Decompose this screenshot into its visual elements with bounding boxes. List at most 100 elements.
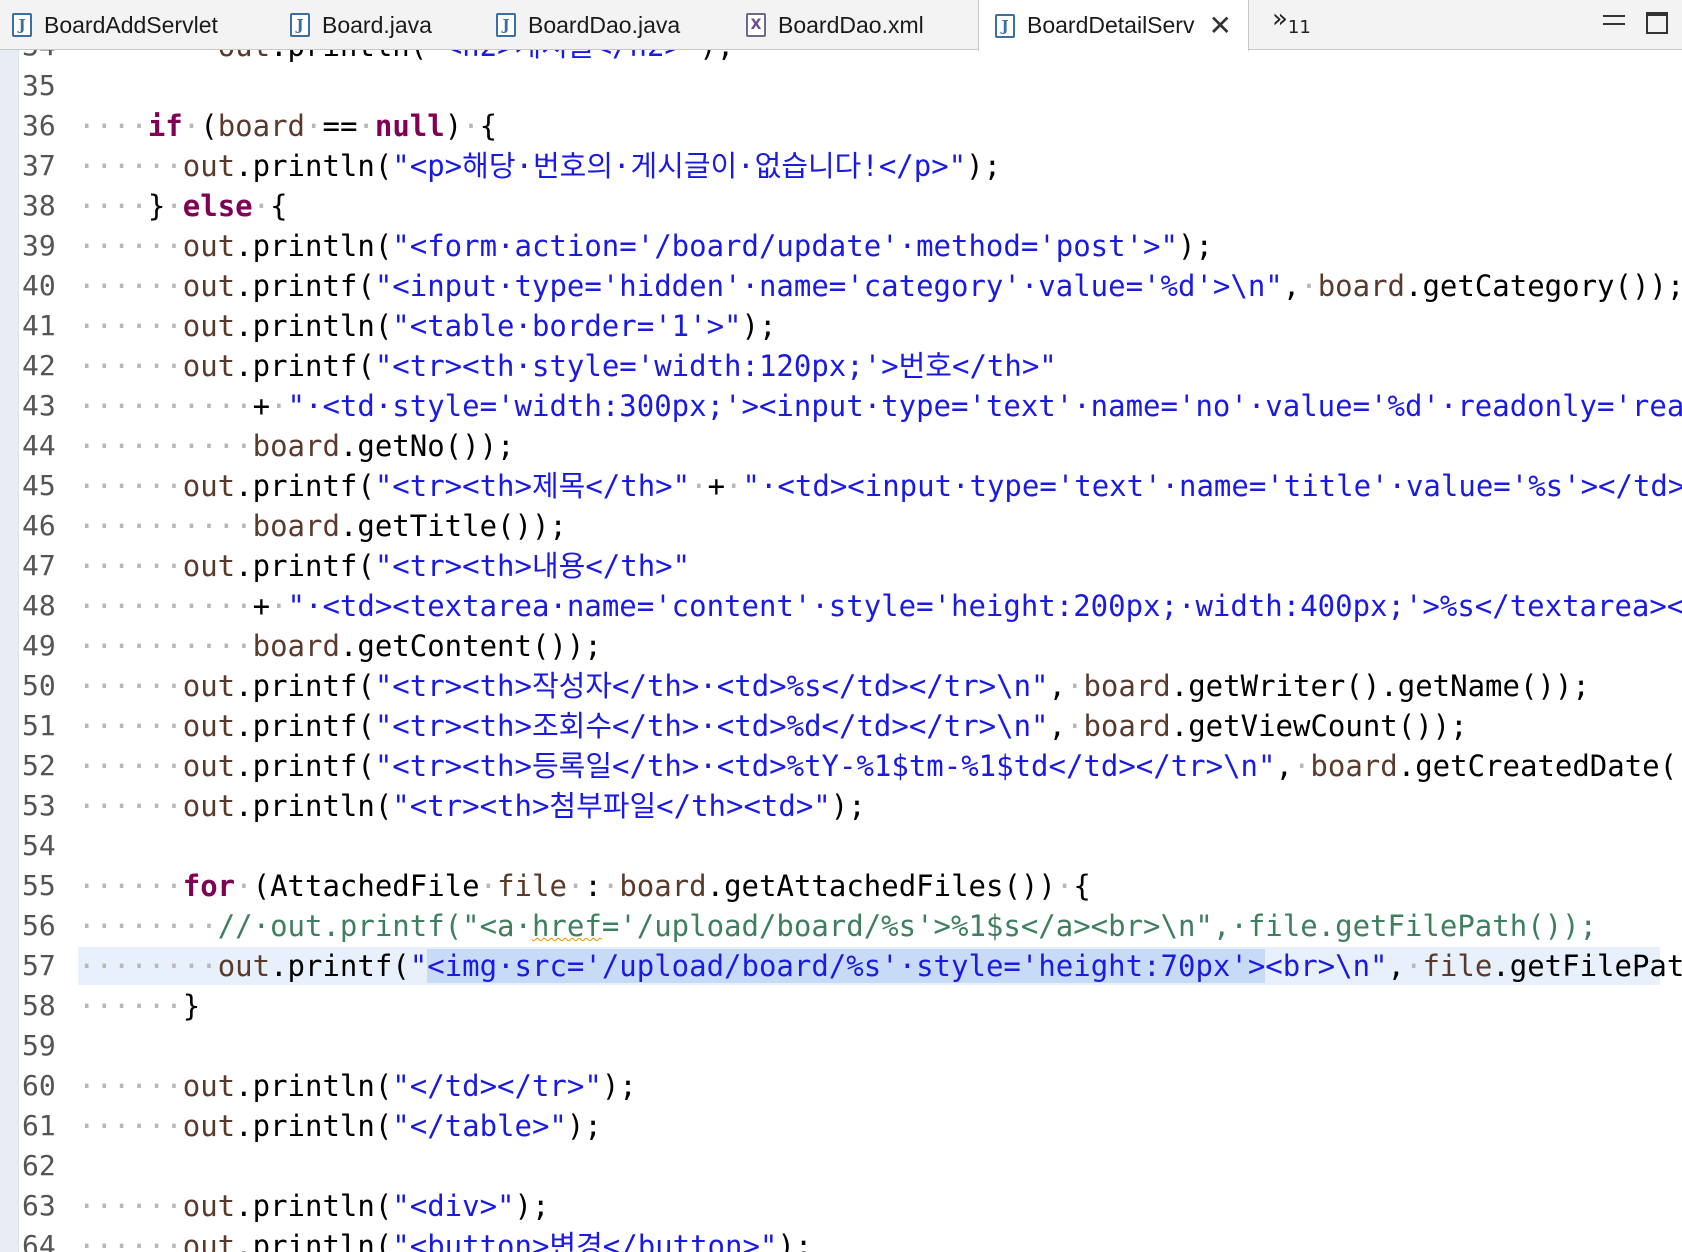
code-text: ········out.println("<h2>게시글</h2>"); <box>78 50 734 66</box>
code-token: ········ <box>78 50 218 63</box>
code-line[interactable]: 51 ······out.printf("<tr><th>조회수</th>·<td… <box>0 706 1682 746</box>
code-line[interactable]: 44 ··········board.getNo()); <box>0 426 1682 466</box>
code-line[interactable]: 45 ······out.printf("<tr><th>제목</th>"·+·"… <box>0 466 1682 506</box>
code-line[interactable]: 50 ······out.printf("<tr><th>작성자</th>·<td… <box>0 666 1682 706</box>
tab-boarddetailservlet[interactable]: J BoardDetailServ ✕ <box>978 0 1249 51</box>
code-token: ······ <box>78 709 183 743</box>
tab-boarddao-xml[interactable]: X BoardDao.xml <box>746 0 924 50</box>
code-token: "<tr><th>작성자</th>·<td>%s</td></tr>\n" <box>374 669 1049 703</box>
code-token: ); <box>966 149 1002 183</box>
code-line[interactable]: 48 ··········+·"·<td><textarea·name='cont… <box>0 586 1682 626</box>
java-file-icon: J <box>290 13 310 37</box>
code-line[interactable]: 54 <box>0 826 1682 866</box>
code-line[interactable]: 61 ······out.println("</table>"); <box>0 1106 1682 1146</box>
code-text: ······out.println("<table·border='1'>"); <box>78 306 776 346</box>
code-line[interactable]: 64 ······out.println("<button>변경</button>… <box>0 1226 1682 1252</box>
code-line[interactable]: 56 ········//·out.printf("<a·href='/uploa… <box>0 906 1682 946</box>
code-line[interactable]: 43 ··········+·"·<td·style='width:300px;'… <box>0 386 1682 426</box>
code-token: "<tr><th·style='width:120px;'>번호</th>" <box>374 349 1057 383</box>
code-token: ) <box>444 109 463 143</box>
code-line[interactable]: 38 ····}·else·{ <box>0 186 1682 226</box>
code-token: · <box>252 189 271 223</box>
code-token: .getNo()); <box>339 429 515 463</box>
code-token: .println( <box>235 229 393 263</box>
code-line[interactable]: 63 ······out.println("<div>"); <box>0 1186 1682 1226</box>
code-token: board <box>1317 269 1405 303</box>
tab-board-java[interactable]: J Board.java <box>290 0 432 50</box>
code-token: ·········· <box>78 629 253 663</box>
code-text: ······out.println("<tr><th>첨부파일</th><td>… <box>78 786 866 826</box>
line-number: 34 <box>22 50 82 66</box>
code-token: out <box>182 1109 236 1143</box>
code-token: .printf( <box>235 749 375 783</box>
line-number: 49 <box>22 629 56 662</box>
code-line[interactable]: 37 ······out.println("<p>해당·번호의·게시글이·없습니다… <box>0 146 1682 186</box>
code-token: .println( <box>235 1189 393 1223</box>
code-token: · <box>270 589 288 623</box>
code-token: out <box>182 1189 236 1223</box>
code-token: { <box>479 109 498 143</box>
code-token: ); <box>741 309 777 343</box>
code-token: "</table>" <box>392 1109 567 1143</box>
code-line[interactable]: 55 ······for·(AttachedFile·file·:·board.g… <box>0 866 1682 906</box>
code-editor[interactable]: 34········out.println("<h2>게시글</h2>");35… <box>0 50 1682 1252</box>
code-text: ········out.printf("<img·src='/upload/bo… <box>78 946 1682 986</box>
code-line[interactable]: 53 ······out.println("<tr><th>첨부파일</th><t… <box>0 786 1682 826</box>
code-line[interactable]: 34········out.println("<h2>게시글</h2>"); <box>0 50 1682 66</box>
code-text: ······out.printf("<tr><th·style='width:1… <box>78 346 1057 386</box>
code-line[interactable]: 40 ······out.printf("<input·type='hidden'… <box>0 266 1682 306</box>
code-line[interactable]: 39 ······out.println("<form·action='/boar… <box>0 226 1682 266</box>
code-token: href <box>531 909 602 943</box>
line-number: 63 <box>22 1189 56 1222</box>
code-line[interactable]: 49 ··········board.getContent()); <box>0 626 1682 666</box>
code-text: ······out.printf("<tr><th>작성자</th>·<td>%… <box>78 666 1590 706</box>
code-token: .printf( <box>235 549 375 583</box>
code-token: "<button>변경</button>" <box>392 1229 778 1252</box>
tab-overflow-button[interactable]: »11 <box>1272 4 1311 38</box>
line-number: 50 <box>22 669 56 702</box>
code-line[interactable]: 42 ······out.printf("<tr><th·style='width… <box>0 346 1682 386</box>
code-token: , <box>1282 269 1301 303</box>
maximize-icon[interactable] <box>1646 12 1668 34</box>
minimize-icon[interactable] <box>1603 15 1625 25</box>
tab-label: BoardDao.java <box>528 11 681 38</box>
code-line[interactable]: 59 <box>0 1026 1682 1066</box>
tab-boardaddservlet[interactable]: J BoardAddServlet <box>12 0 218 50</box>
code-line[interactable]: 57 ········out.printf("<img·src='/upload/… <box>0 946 1682 986</box>
code-token: .println( <box>235 309 393 343</box>
code-token: out <box>182 709 236 743</box>
code-line[interactable]: 46 ··········board.getTitle()); <box>0 506 1682 546</box>
code-token: "<tr><th>등록일</th>·<td>%tY-%1$tm-%1$td</t… <box>374 749 1276 783</box>
code-line[interactable]: 52 ······out.printf("<tr><th>등록일</th>·<td… <box>0 746 1682 786</box>
code-token: out <box>182 229 236 263</box>
code-token: · <box>305 109 323 143</box>
code-token: ( <box>200 109 218 143</box>
code-token: out <box>182 1229 236 1252</box>
code-token: out <box>182 149 236 183</box>
code-text: ······out.println("</table>"); <box>78 1106 602 1146</box>
code-token: { <box>1073 869 1091 903</box>
close-icon[interactable]: ✕ <box>1208 11 1231 40</box>
tab-boarddao-java[interactable]: J BoardDao.java <box>496 0 680 50</box>
code-token: .println( <box>235 1229 393 1252</box>
code-line[interactable]: 58 ······} <box>0 986 1682 1026</box>
code-token: ········ <box>78 909 218 943</box>
code-token: · <box>1055 869 1074 903</box>
code-line[interactable]: 41 ······out.println("<table·border='1'>"… <box>0 306 1682 346</box>
code-line[interactable]: 47 ······out.printf("<tr><th>내용</th>" <box>0 546 1682 586</box>
code-token: , <box>1048 669 1066 703</box>
code-token: ·········· <box>78 589 253 623</box>
code-token: board <box>252 629 340 663</box>
code-token: .getTitle()); <box>339 509 567 543</box>
code-token: · <box>270 389 288 423</box>
code-token: file <box>497 869 567 903</box>
code-token: . <box>270 50 287 63</box>
code-line[interactable]: 62 <box>0 1146 1682 1186</box>
code-line[interactable]: 35 <box>0 66 1682 106</box>
code-line[interactable]: 36 ····if·(board·==·null)·{ <box>0 106 1682 146</box>
line-number: 60 <box>22 1069 56 1102</box>
code-text: ··········board.getNo()); <box>78 426 515 466</box>
code-token: .printf( <box>235 469 375 503</box>
line-number: 45 <box>22 469 56 502</box>
code-line[interactable]: 60 ······out.println("</td></tr>"); <box>0 1066 1682 1106</box>
